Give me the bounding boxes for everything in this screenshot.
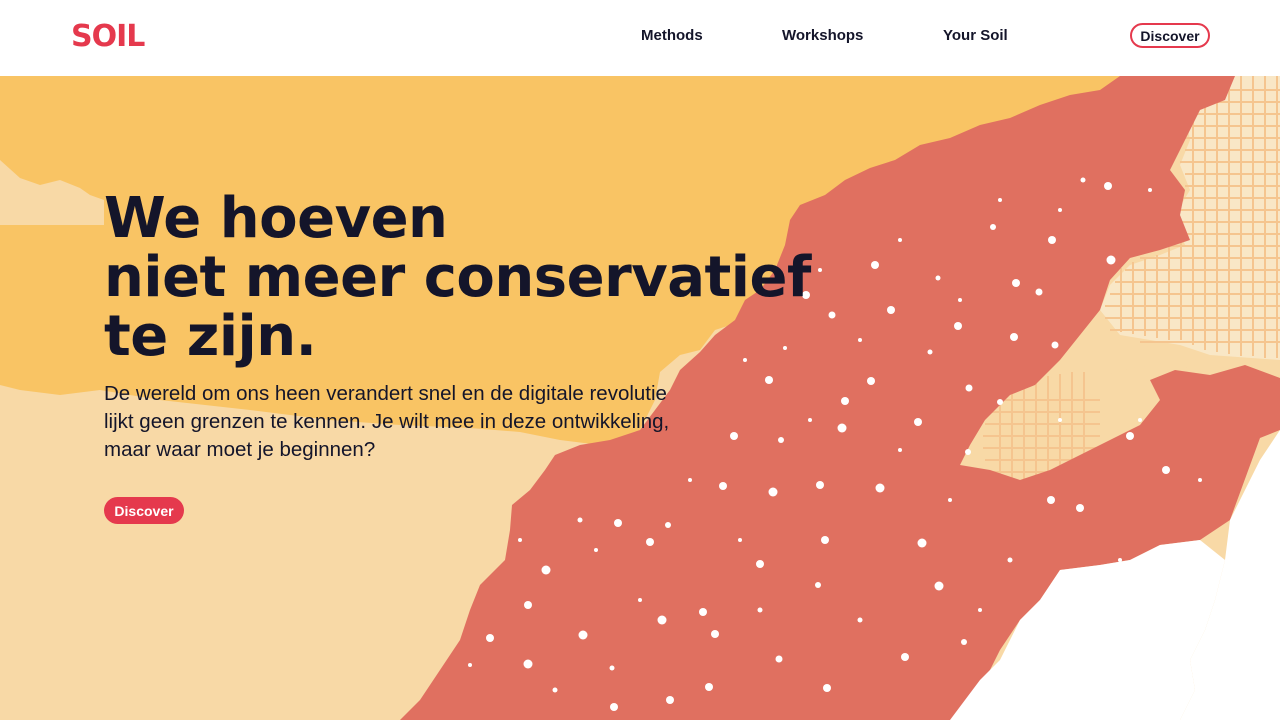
- headline-line-1: We hoeven: [104, 186, 448, 251]
- headline-line-2: niet meer conservatief: [104, 245, 811, 310]
- soil-logo[interactable]: SOIL: [71, 21, 145, 53]
- hero-headline: We hoeven niet meer conservatief te zijn…: [104, 189, 811, 366]
- hero-discover-button[interactable]: Discover: [104, 497, 184, 524]
- nav-workshops[interactable]: Workshops: [782, 27, 863, 45]
- hero-subtext: De wereld om ons heen verandert snel en …: [104, 382, 670, 461]
- nav-your-soil[interactable]: Your Soil: [943, 27, 1008, 45]
- headline-line-3: te zijn.: [104, 304, 317, 369]
- top-navigation-bar: SOIL Methods Workshops Your Soil Discove…: [0, 0, 1280, 76]
- hero-section: We hoeven niet meer conservatief te zijn…: [0, 76, 1280, 720]
- nav-discover-button[interactable]: Discover: [1130, 23, 1210, 48]
- nav-methods[interactable]: Methods: [641, 27, 703, 45]
